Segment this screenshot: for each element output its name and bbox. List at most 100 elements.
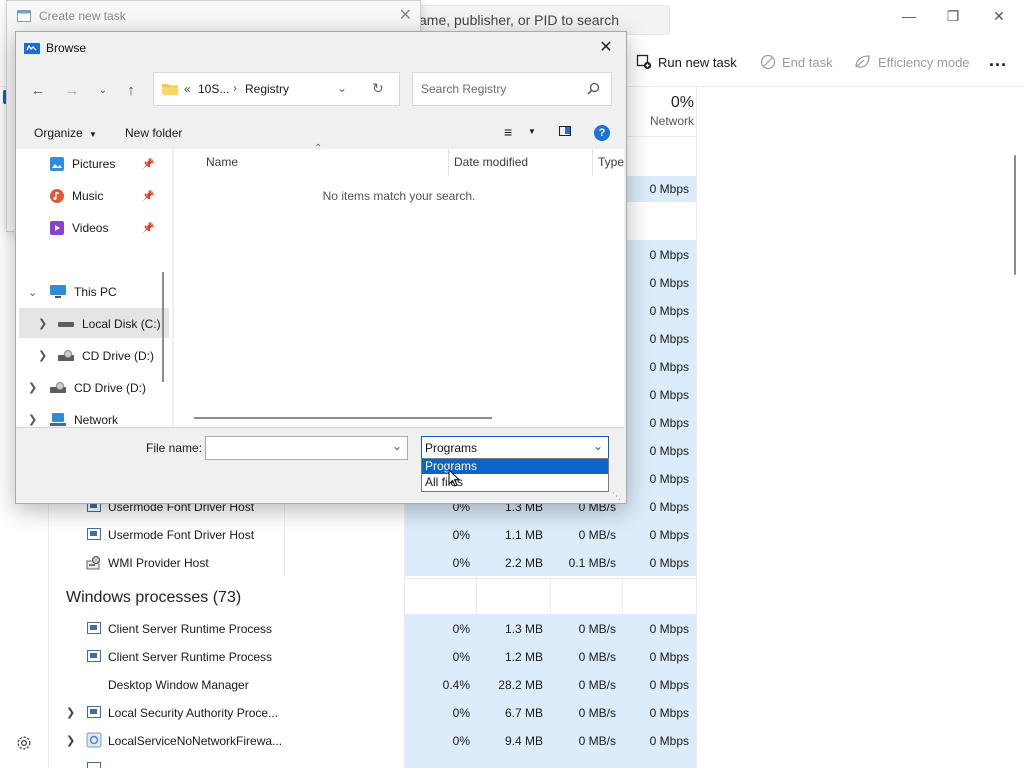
create-task-icon bbox=[17, 10, 31, 22]
memory-cell: 28.2 MB bbox=[498, 678, 543, 692]
settings-gear-icon[interactable] bbox=[15, 734, 33, 752]
cpu-cell: 0.4% bbox=[442, 678, 470, 692]
network-cell: 0 Mbps bbox=[649, 556, 689, 570]
chevron-down-icon[interactable]: ⌄ bbox=[392, 439, 402, 453]
browse-close-button[interactable]: ✕ bbox=[592, 36, 620, 58]
nav-item-label: This PC bbox=[74, 285, 117, 299]
nav-item-music[interactable]: Music bbox=[50, 189, 103, 203]
arrow-up-icon: ↑ bbox=[127, 81, 135, 99]
column-divider bbox=[476, 578, 477, 614]
search-icon bbox=[587, 82, 600, 95]
process-search-placeholder: ame, publisher, or PID to search bbox=[419, 12, 619, 28]
nav-item-network[interactable]: Network bbox=[50, 413, 118, 427]
network-cell: 0 Mbps bbox=[649, 650, 689, 664]
efficiency-mode-label: Efficiency mode bbox=[878, 54, 970, 70]
mouse-cursor-icon bbox=[448, 469, 460, 487]
preview-pane-icon[interactable] bbox=[559, 126, 571, 136]
address-dropdown-icon[interactable]: ⌄ bbox=[337, 81, 347, 95]
arrow-right-icon: → bbox=[64, 81, 80, 99]
organize-button[interactable]: Organize ▼ bbox=[34, 126, 97, 140]
disk-cell: 0 MB/s bbox=[578, 622, 616, 636]
nav-item-videos[interactable]: Videos bbox=[50, 221, 108, 235]
restore-icon: ❐ bbox=[946, 8, 960, 24]
collapse-chevron-icon[interactable]: ⌄ bbox=[28, 286, 37, 299]
run-new-task-button[interactable]: Run new task bbox=[636, 52, 737, 72]
row-divider bbox=[404, 578, 696, 579]
network-cell: 0 Mbps bbox=[649, 388, 689, 402]
back-button[interactable]: ← bbox=[27, 79, 49, 101]
chevron-down-icon: ⌄ bbox=[98, 84, 108, 96]
expand-chevron-icon[interactable]: ❯ bbox=[28, 413, 37, 426]
forward-button[interactable]: → bbox=[61, 79, 83, 101]
column-header-name[interactable]: Name bbox=[206, 155, 238, 169]
hard-drive-icon bbox=[58, 320, 74, 328]
search-placeholder: Search Registry bbox=[421, 82, 507, 96]
new-folder-button[interactable]: New folder bbox=[125, 126, 182, 140]
view-options-icon[interactable]: ≡ bbox=[504, 124, 512, 140]
help-icon[interactable]: ? bbox=[594, 125, 610, 141]
memory-cell: 1.3 MB bbox=[504, 622, 543, 636]
network-cell: 0 Mbps bbox=[649, 332, 689, 346]
file-type-select[interactable]: Programs ⌄ bbox=[421, 436, 609, 460]
expand-chevron-icon[interactable]: ❯ bbox=[66, 706, 75, 719]
network-cell: 0 Mbps bbox=[649, 678, 689, 692]
end-task-label: End task bbox=[782, 54, 833, 70]
nav-item-pictures[interactable]: Pictures bbox=[50, 157, 115, 171]
more-options-button[interactable]: ... bbox=[989, 50, 1007, 71]
cd-drive-icon bbox=[50, 382, 66, 394]
cpu-cell: 0% bbox=[452, 622, 470, 636]
address-overflow[interactable]: « bbox=[184, 82, 191, 96]
column-divider bbox=[622, 578, 623, 614]
create-task-close-icon[interactable]: ✕ bbox=[399, 5, 412, 25]
address-segment[interactable]: 10S... bbox=[198, 82, 229, 96]
browse-dialog: Browse ✕ ← → ⌄ ↑ « 10S... › Registry ⌄ ↻… bbox=[15, 31, 627, 504]
recent-locations-button[interactable]: ⌄ bbox=[92, 79, 114, 101]
nav-item-local-disk[interactable]: Local Disk (C:) bbox=[58, 317, 161, 331]
file-type-selected: Programs bbox=[425, 441, 478, 455]
nav-item-this-pc[interactable]: This PC bbox=[50, 285, 117, 299]
network-cell: 0 Mbps bbox=[649, 304, 689, 318]
address-bar[interactable]: « 10S... › Registry ⌄ ↻ bbox=[153, 72, 400, 106]
column-header-date-modified[interactable]: Date modified bbox=[454, 155, 528, 169]
up-button[interactable]: ↑ bbox=[120, 79, 142, 101]
process-name: Usermode Font Driver Host bbox=[108, 528, 255, 542]
minimize-button[interactable]: — bbox=[886, 4, 932, 28]
table-scrollbar[interactable] bbox=[1014, 155, 1016, 275]
disk-cell: 0 MB/s bbox=[578, 678, 616, 692]
disk-cell: 0.1 MB/s bbox=[568, 556, 616, 570]
expand-chevron-icon[interactable]: ❯ bbox=[38, 349, 47, 362]
memory-cell: 1.2 MB bbox=[504, 650, 543, 664]
end-task-button[interactable]: End task bbox=[760, 52, 833, 72]
network-cell: 0 Mbps bbox=[649, 444, 689, 458]
process-name: Desktop Window Manager bbox=[108, 678, 249, 692]
nav-item-cd-drive[interactable]: CD Drive (D:) bbox=[58, 349, 154, 363]
column-header-type[interactable]: Type bbox=[598, 155, 624, 169]
minimize-icon: — bbox=[902, 8, 916, 24]
maximize-button[interactable]: ❐ bbox=[930, 4, 976, 28]
process-name: LocalServiceNoNetworkFirewa... bbox=[108, 734, 283, 748]
sort-arrow-icon: ⌃ bbox=[314, 143, 323, 154]
expand-chevron-icon[interactable]: ❯ bbox=[66, 734, 75, 747]
efficiency-mode-button[interactable]: Efficiency mode bbox=[854, 52, 970, 72]
network-column-header[interactable]: 0% Network bbox=[626, 94, 694, 128]
process-name: Local Security Authority Proce... bbox=[108, 706, 279, 720]
horizontal-scrollbar[interactable] bbox=[194, 417, 492, 419]
expand-chevron-icon[interactable]: ❯ bbox=[28, 381, 37, 394]
network-cell: 0 Mbps bbox=[649, 528, 689, 542]
address-segment[interactable]: Registry bbox=[245, 82, 289, 96]
file-name-combobox[interactable]: ⌄ bbox=[205, 436, 408, 460]
cpu-cell: 0% bbox=[452, 734, 470, 748]
close-icon: ✕ bbox=[599, 39, 613, 56]
close-window-button[interactable]: ✕ bbox=[976, 4, 1022, 28]
pin-icon: 📌 bbox=[142, 223, 155, 234]
search-box[interactable]: Search Registry bbox=[412, 72, 612, 106]
network-cell: 0 Mbps bbox=[649, 472, 689, 486]
nav-pane-scrollbar[interactable] bbox=[162, 272, 164, 382]
windows-processes-group-title[interactable]: Windows processes (73) bbox=[66, 589, 241, 607]
view-dropdown-icon[interactable]: ▼ bbox=[528, 127, 536, 136]
nav-item-cd-drive[interactable]: CD Drive (D:) bbox=[50, 381, 146, 395]
network-label: Network bbox=[649, 114, 694, 128]
refresh-icon[interactable]: ↻ bbox=[372, 80, 384, 97]
resize-grip-icon[interactable]: ⋱ bbox=[612, 491, 621, 502]
expand-chevron-icon[interactable]: ❯ bbox=[38, 317, 47, 330]
